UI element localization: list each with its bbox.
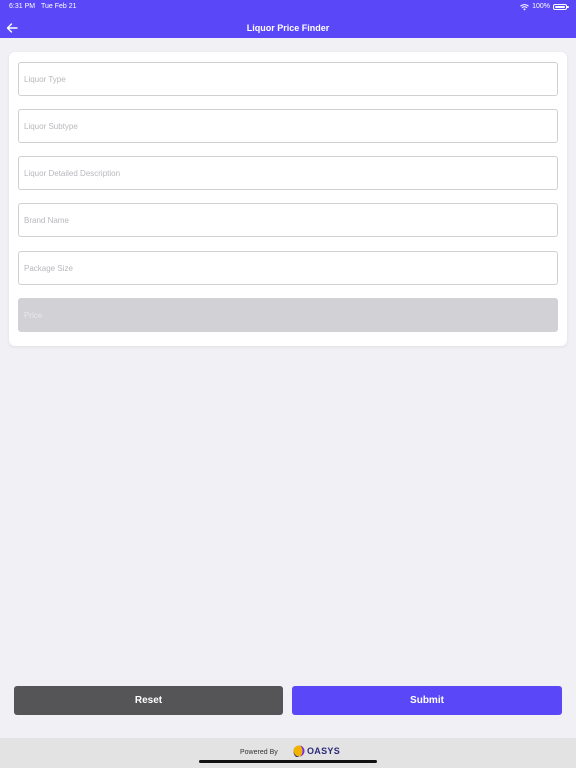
status-right: 100%: [520, 0, 569, 14]
reset-button[interactable]: Reset: [14, 686, 283, 715]
page-title: Liquor Price Finder: [246, 23, 330, 33]
brand-name-field[interactable]: [18, 203, 558, 237]
oasys-logo-icon: [293, 745, 305, 757]
powered-by-label: Powered By: [240, 749, 278, 756]
home-indicator[interactable]: [199, 760, 377, 763]
battery-icon: [553, 4, 569, 10]
liquor-subtype-field[interactable]: [18, 109, 558, 143]
liquor-type-field[interactable]: [18, 62, 558, 96]
submit-button[interactable]: Submit: [292, 686, 562, 715]
price-field: [18, 298, 558, 332]
battery-percent: 100%: [532, 3, 550, 10]
footer: Powered By OASYS: [0, 738, 576, 768]
status-time: 6:31 PM: [9, 3, 36, 10]
nav-bar: Liquor Price Finder: [0, 18, 576, 38]
status-date: Tue Feb 21: [41, 3, 77, 10]
wifi-icon: [520, 3, 529, 10]
package-size-field[interactable]: [18, 251, 558, 285]
liquor-description-field[interactable]: [18, 156, 558, 190]
form-card: [9, 52, 567, 346]
status-bar: 6:31 PM Tue Feb 21 100%: [0, 0, 576, 14]
oasys-logo-text: OASYS: [307, 746, 341, 756]
app-header: 6:31 PM Tue Feb 21 100% Liquor Price Fin…: [0, 0, 576, 38]
